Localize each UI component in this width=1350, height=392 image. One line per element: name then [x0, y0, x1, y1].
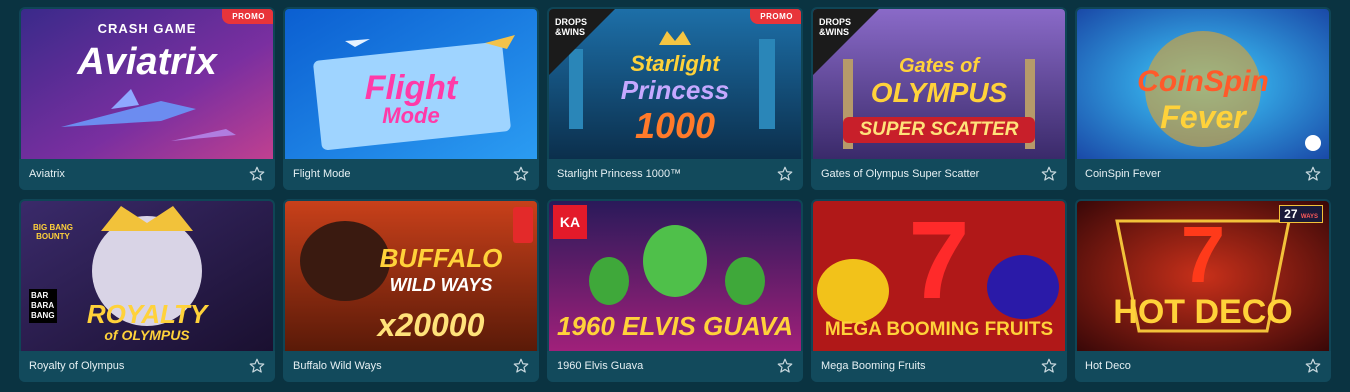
game-card-aviatrix[interactable]: CRASH GAME Aviatrix PROMO Aviatrix: [19, 7, 275, 190]
card-footer: 1960 Elvis Guava: [547, 351, 803, 382]
art-title-line1: ROYALTY: [86, 299, 208, 329]
star-outline-icon[interactable]: [248, 165, 266, 183]
game-card-mega-booming-fruits[interactable]: 7 MEGA BOOMING FRUITS Mega Booming Fruit…: [811, 199, 1067, 382]
game-card-1960-elvis-guava[interactable]: KA 1960 ELVIS GUAVA 1960 Elvis Guava: [547, 199, 803, 382]
game-card-buffalo-wild-ways[interactable]: BUFFALO WILD WAYS x20000 Buffalo Wild Wa…: [283, 199, 539, 382]
game-card-coinspin-fever[interactable]: CoinSpin Fever CoinSpin Fever: [1075, 7, 1331, 190]
game-card-flight-mode[interactable]: Flight Mode Flight Mode: [283, 7, 539, 190]
promo-badge: PROMO: [750, 9, 801, 24]
game-thumbnail[interactable]: BUFFALO WILD WAYS x20000: [285, 201, 537, 351]
card-footer: CoinSpin Fever: [1075, 159, 1331, 190]
drops-wins-badge: DROPS &WINS: [819, 17, 851, 37]
game-card-royalty-of-olympus[interactable]: BIG BANG BOUNTY BAR BARA BANG ROYALTY of…: [19, 199, 275, 382]
game-thumbnail[interactable]: DROPS &WINS Starlight Princess 1000 PROM…: [549, 9, 801, 159]
promo-badge: PROMO: [222, 9, 273, 24]
card-footer: Buffalo Wild Ways: [283, 351, 539, 382]
art-title-line3: x20000: [377, 307, 485, 343]
star-outline-icon[interactable]: [1304, 357, 1322, 375]
card-footer: Aviatrix: [19, 159, 275, 190]
art-title-line2: Mode: [382, 103, 440, 128]
art-title-line3: 1000: [634, 105, 716, 146]
big-bang-bounty-badge: BIG BANG BOUNTY: [33, 223, 73, 241]
game-thumbnail[interactable]: 27 WAYS 7 HOT DECO: [1077, 201, 1329, 351]
art-title-line3: SUPER SCATTER: [859, 119, 1019, 140]
game-title: Royalty of Olympus: [29, 360, 125, 372]
game-title: 1960 Elvis Guava: [557, 360, 644, 372]
badge-line: &WINS: [819, 27, 849, 37]
game-title: Hot Deco: [1085, 360, 1131, 372]
game-title: Flight Mode: [293, 168, 351, 180]
card-footer: Starlight Princess 1000™: [547, 159, 803, 190]
game-thumbnail[interactable]: KA 1960 ELVIS GUAVA: [549, 201, 801, 351]
card-footer: Gates of Olympus Super Scatter: [811, 159, 1067, 190]
badge-line: &WINS: [555, 27, 585, 37]
art-title-line2: WILD WAYS: [389, 275, 493, 295]
game-title: Starlight Princess 1000™: [557, 168, 682, 180]
star-outline-icon[interactable]: [1304, 165, 1322, 183]
art-title: MEGA BOOMING FRUITS: [824, 319, 1054, 340]
art-title-line1: Gates of: [898, 55, 980, 77]
art-title-line2: of OLYMPUS: [104, 327, 190, 343]
card-footer: Mega Booming Fruits: [811, 351, 1067, 382]
game-thumbnail[interactable]: CRASH GAME Aviatrix PROMO: [21, 9, 273, 159]
card-footer: Hot Deco: [1075, 351, 1331, 382]
art-title-line1: BUFFALO: [379, 243, 503, 273]
game-title: Mega Booming Fruits: [821, 360, 926, 372]
card-footer: Royalty of Olympus: [19, 351, 275, 382]
art-title: Aviatrix: [77, 41, 217, 83]
game-title: CoinSpin Fever: [1085, 168, 1161, 180]
studio-logo: KA: [553, 205, 587, 239]
art-seven: 7: [908, 201, 970, 322]
art-title: 1960 ELVIS GUAVA: [556, 311, 794, 341]
game-title: Aviatrix: [29, 168, 65, 180]
game-thumbnail[interactable]: DROPS &WINS Gates of OLYMPUS SUPER SCATT…: [813, 9, 1065, 159]
game-title: Buffalo Wild Ways: [293, 360, 382, 372]
art-title-line2: Fever: [1160, 99, 1246, 135]
star-outline-icon[interactable]: [1040, 357, 1058, 375]
game-card-starlight-princess[interactable]: DROPS &WINS Starlight Princess 1000 PROM…: [547, 7, 803, 190]
art-title-line2: Princess: [620, 75, 730, 105]
drops-wins-badge: DROPS &WINS: [555, 17, 587, 37]
art-seven: 7: [1180, 210, 1226, 299]
art-title: HOT DECO: [1113, 293, 1293, 331]
game-grid: CRASH GAME Aviatrix PROMO Aviatrix Fligh…: [0, 0, 1350, 392]
star-outline-icon[interactable]: [776, 357, 794, 375]
game-thumbnail[interactable]: 7 MEGA BOOMING FRUITS: [813, 201, 1065, 351]
game-thumbnail[interactable]: CoinSpin Fever: [1077, 9, 1329, 159]
card-footer: Flight Mode: [283, 159, 539, 190]
art-title-line2: OLYMPUS: [870, 77, 1008, 108]
star-outline-icon[interactable]: [1040, 165, 1058, 183]
game-thumbnail[interactable]: Flight Mode: [285, 9, 537, 159]
game-title: Gates of Olympus Super Scatter: [821, 168, 980, 180]
game-thumbnail[interactable]: BIG BANG BOUNTY BAR BARA BANG ROYALTY of…: [21, 201, 273, 351]
star-outline-icon[interactable]: [512, 357, 530, 375]
badge-line: DROPS: [819, 17, 852, 27]
art-title-line1: Starlight: [630, 51, 720, 76]
art-title-line1: CoinSpin: [1137, 65, 1269, 98]
badge-line: DROPS: [555, 17, 588, 27]
star-outline-icon[interactable]: [248, 357, 266, 375]
star-outline-icon[interactable]: [776, 165, 794, 183]
star-outline-icon[interactable]: [512, 165, 530, 183]
game-card-hot-deco[interactable]: 27 WAYS 7 HOT DECO Hot Deco: [1075, 199, 1331, 382]
game-card-gates-of-olympus-super-scatter[interactable]: DROPS &WINS Gates of OLYMPUS SUPER SCATT…: [811, 7, 1067, 190]
